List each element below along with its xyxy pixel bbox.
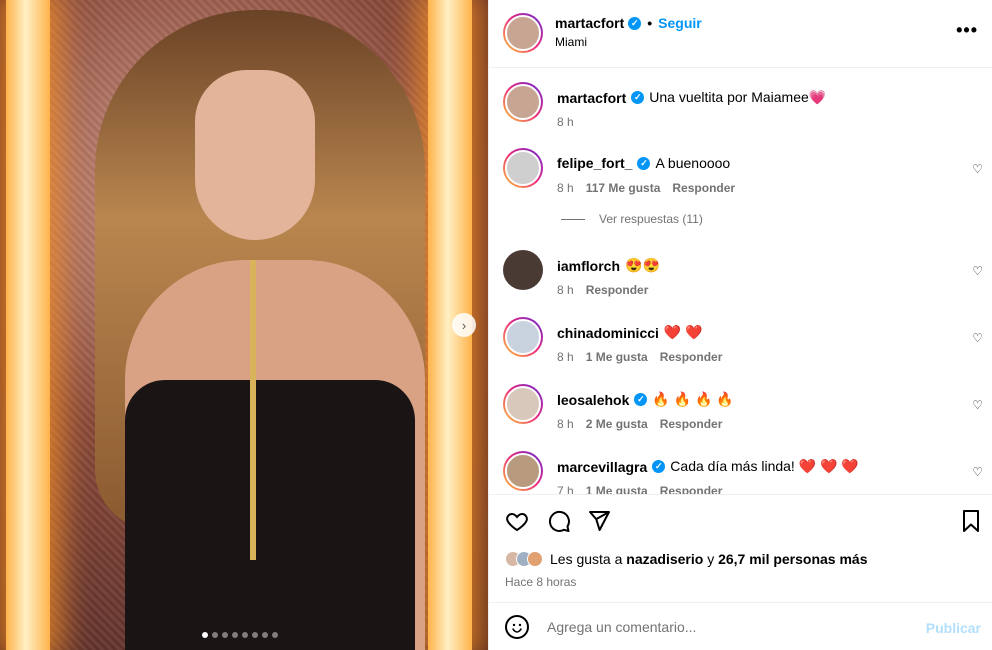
posted-time[interactable]: Hace 8 horas <box>505 575 576 589</box>
comment-text: 😍😍 <box>625 257 660 273</box>
person-figure <box>95 10 425 650</box>
comment-avatar[interactable] <box>503 250 543 290</box>
comment-likes[interactable]: 2 Me gusta <box>586 417 648 431</box>
verified-badge-icon: ✓ <box>637 156 651 170</box>
view-replies-button[interactable]: Ver respuestas (11) <box>561 212 703 226</box>
caption-text: Una vueltita por Maiamee💗 <box>649 89 827 105</box>
comments-list[interactable]: martacfort ✓ Una vueltita por Maiamee💗 8… <box>489 68 992 494</box>
comment-time[interactable]: 8 h <box>557 417 574 431</box>
carousel-dot <box>242 632 248 638</box>
share-send-icon[interactable] <box>587 509 611 539</box>
replies-divider <box>561 218 585 220</box>
carousel-dot <box>222 632 228 638</box>
comment-text: ❤️ ❤️ <box>663 324 703 340</box>
likes-conj: y <box>707 551 715 567</box>
likes-others[interactable]: 26,7 mil personas más <box>718 551 867 567</box>
face <box>195 70 315 240</box>
comment-username[interactable]: marcevillagra <box>557 459 647 475</box>
comment-username[interactable]: chinadominicci <box>557 325 659 341</box>
more-horizontal-icon[interactable]: ••• <box>956 20 978 41</box>
post-header: martacfort ✓ • Seguir Miami ••• <box>489 0 992 68</box>
reply-button[interactable]: Responder <box>660 417 723 431</box>
author-avatar[interactable] <box>503 13 543 53</box>
comment-username[interactable]: felipe_fort_ <box>557 155 632 171</box>
post-modal: › martacfort ✓ • Seguir Miami ••• martac… <box>0 0 992 650</box>
like-heart-icon[interactable] <box>505 509 529 539</box>
reply-button[interactable]: Responder <box>660 484 723 494</box>
publish-button[interactable]: Publicar <box>926 620 981 636</box>
caption-avatar[interactable] <box>503 82 543 122</box>
reply-button[interactable]: Responder <box>660 350 723 364</box>
comment-avatar[interactable] <box>503 451 543 491</box>
comment-time[interactable]: 7 h <box>557 484 574 494</box>
carousel-dot <box>232 632 238 638</box>
reply-button[interactable]: Responder <box>672 181 735 195</box>
save-bookmark-icon[interactable] <box>959 509 983 539</box>
comment-time[interactable]: 8 h <box>557 350 574 364</box>
add-comment-input[interactable] <box>547 619 907 635</box>
like-comment-heart-icon[interactable]: ♡ <box>972 465 983 479</box>
carousel-dot <box>212 632 218 638</box>
comment-text: Cada día más linda! ❤️ ❤️ ❤️ <box>670 458 859 474</box>
emoji-picker-icon[interactable] <box>505 615 529 639</box>
verified-badge-icon: ✓ <box>631 91 645 104</box>
comment-likes[interactable]: 1 Me gusta <box>586 350 648 364</box>
verified-badge-icon: ✓ <box>652 460 666 473</box>
carousel-dot <box>262 632 268 638</box>
carousel-next-button[interactable]: › <box>452 313 476 337</box>
author-username[interactable]: martacfort <box>555 15 624 31</box>
liker-avatar <box>527 551 543 567</box>
carousel-dots <box>202 632 278 638</box>
carousel-dot <box>252 632 258 638</box>
carousel-dot <box>272 632 278 638</box>
author-row: martacfort ✓ • Seguir <box>555 15 702 31</box>
like-comment-heart-icon[interactable]: ♡ <box>972 331 983 345</box>
post-side-panel: martacfort ✓ • Seguir Miami ••• martacfo… <box>488 0 992 650</box>
reply-button[interactable]: Responder <box>586 283 649 297</box>
likes-prefix: Les gusta a <box>550 551 623 567</box>
comment-text: A buenoooo <box>655 155 731 171</box>
carousel-dot <box>202 632 208 638</box>
comment-avatar[interactable] <box>503 384 543 424</box>
likes-text: Les gusta a nazadiserio y 26,7 mil perso… <box>550 551 868 567</box>
comment-time[interactable]: 8 h <box>557 283 574 297</box>
comment-avatar[interactable] <box>503 317 543 357</box>
likes-summary[interactable]: Les gusta a nazadiserio y 26,7 mil perso… <box>505 551 868 567</box>
follow-button[interactable]: Seguir <box>658 15 702 31</box>
comment-username[interactable]: leosalehok <box>557 392 629 408</box>
separator-dot: • <box>647 15 653 31</box>
post-actions: Les gusta a nazadiserio y 26,7 mil perso… <box>489 494 992 602</box>
chain-necklace <box>250 260 256 560</box>
comment-username[interactable]: iamflorch <box>557 258 620 274</box>
post-photo[interactable]: › <box>0 0 488 650</box>
verified-badge-icon: ✓ <box>628 16 642 30</box>
caption-username[interactable]: martacfort <box>557 90 626 106</box>
verified-badge-icon: ✓ <box>634 393 648 406</box>
post-location[interactable]: Miami <box>555 35 587 49</box>
comment-text: 🔥 🔥 🔥 🔥 <box>652 391 734 407</box>
like-comment-heart-icon[interactable]: ♡ <box>972 264 983 278</box>
likes-user[interactable]: nazadiserio <box>626 551 703 567</box>
view-replies-label: Ver respuestas (11) <box>599 212 703 226</box>
like-comment-heart-icon[interactable]: ♡ <box>972 398 983 412</box>
like-comment-heart-icon[interactable]: ♡ <box>972 162 983 176</box>
chevron-right-icon: › <box>461 317 467 333</box>
dress <box>125 380 415 650</box>
light-frame-left <box>6 0 50 650</box>
comment-avatar[interactable] <box>503 148 543 188</box>
caption-time[interactable]: 8 h <box>557 115 574 129</box>
comment-bubble-icon[interactable] <box>547 509 571 539</box>
comment-likes[interactable]: 1 Me gusta <box>586 484 648 494</box>
comment-likes[interactable]: 117 Me gusta <box>586 181 661 195</box>
comment-time[interactable]: 8 h <box>557 181 574 195</box>
add-comment-bar: Publicar <box>489 602 992 650</box>
